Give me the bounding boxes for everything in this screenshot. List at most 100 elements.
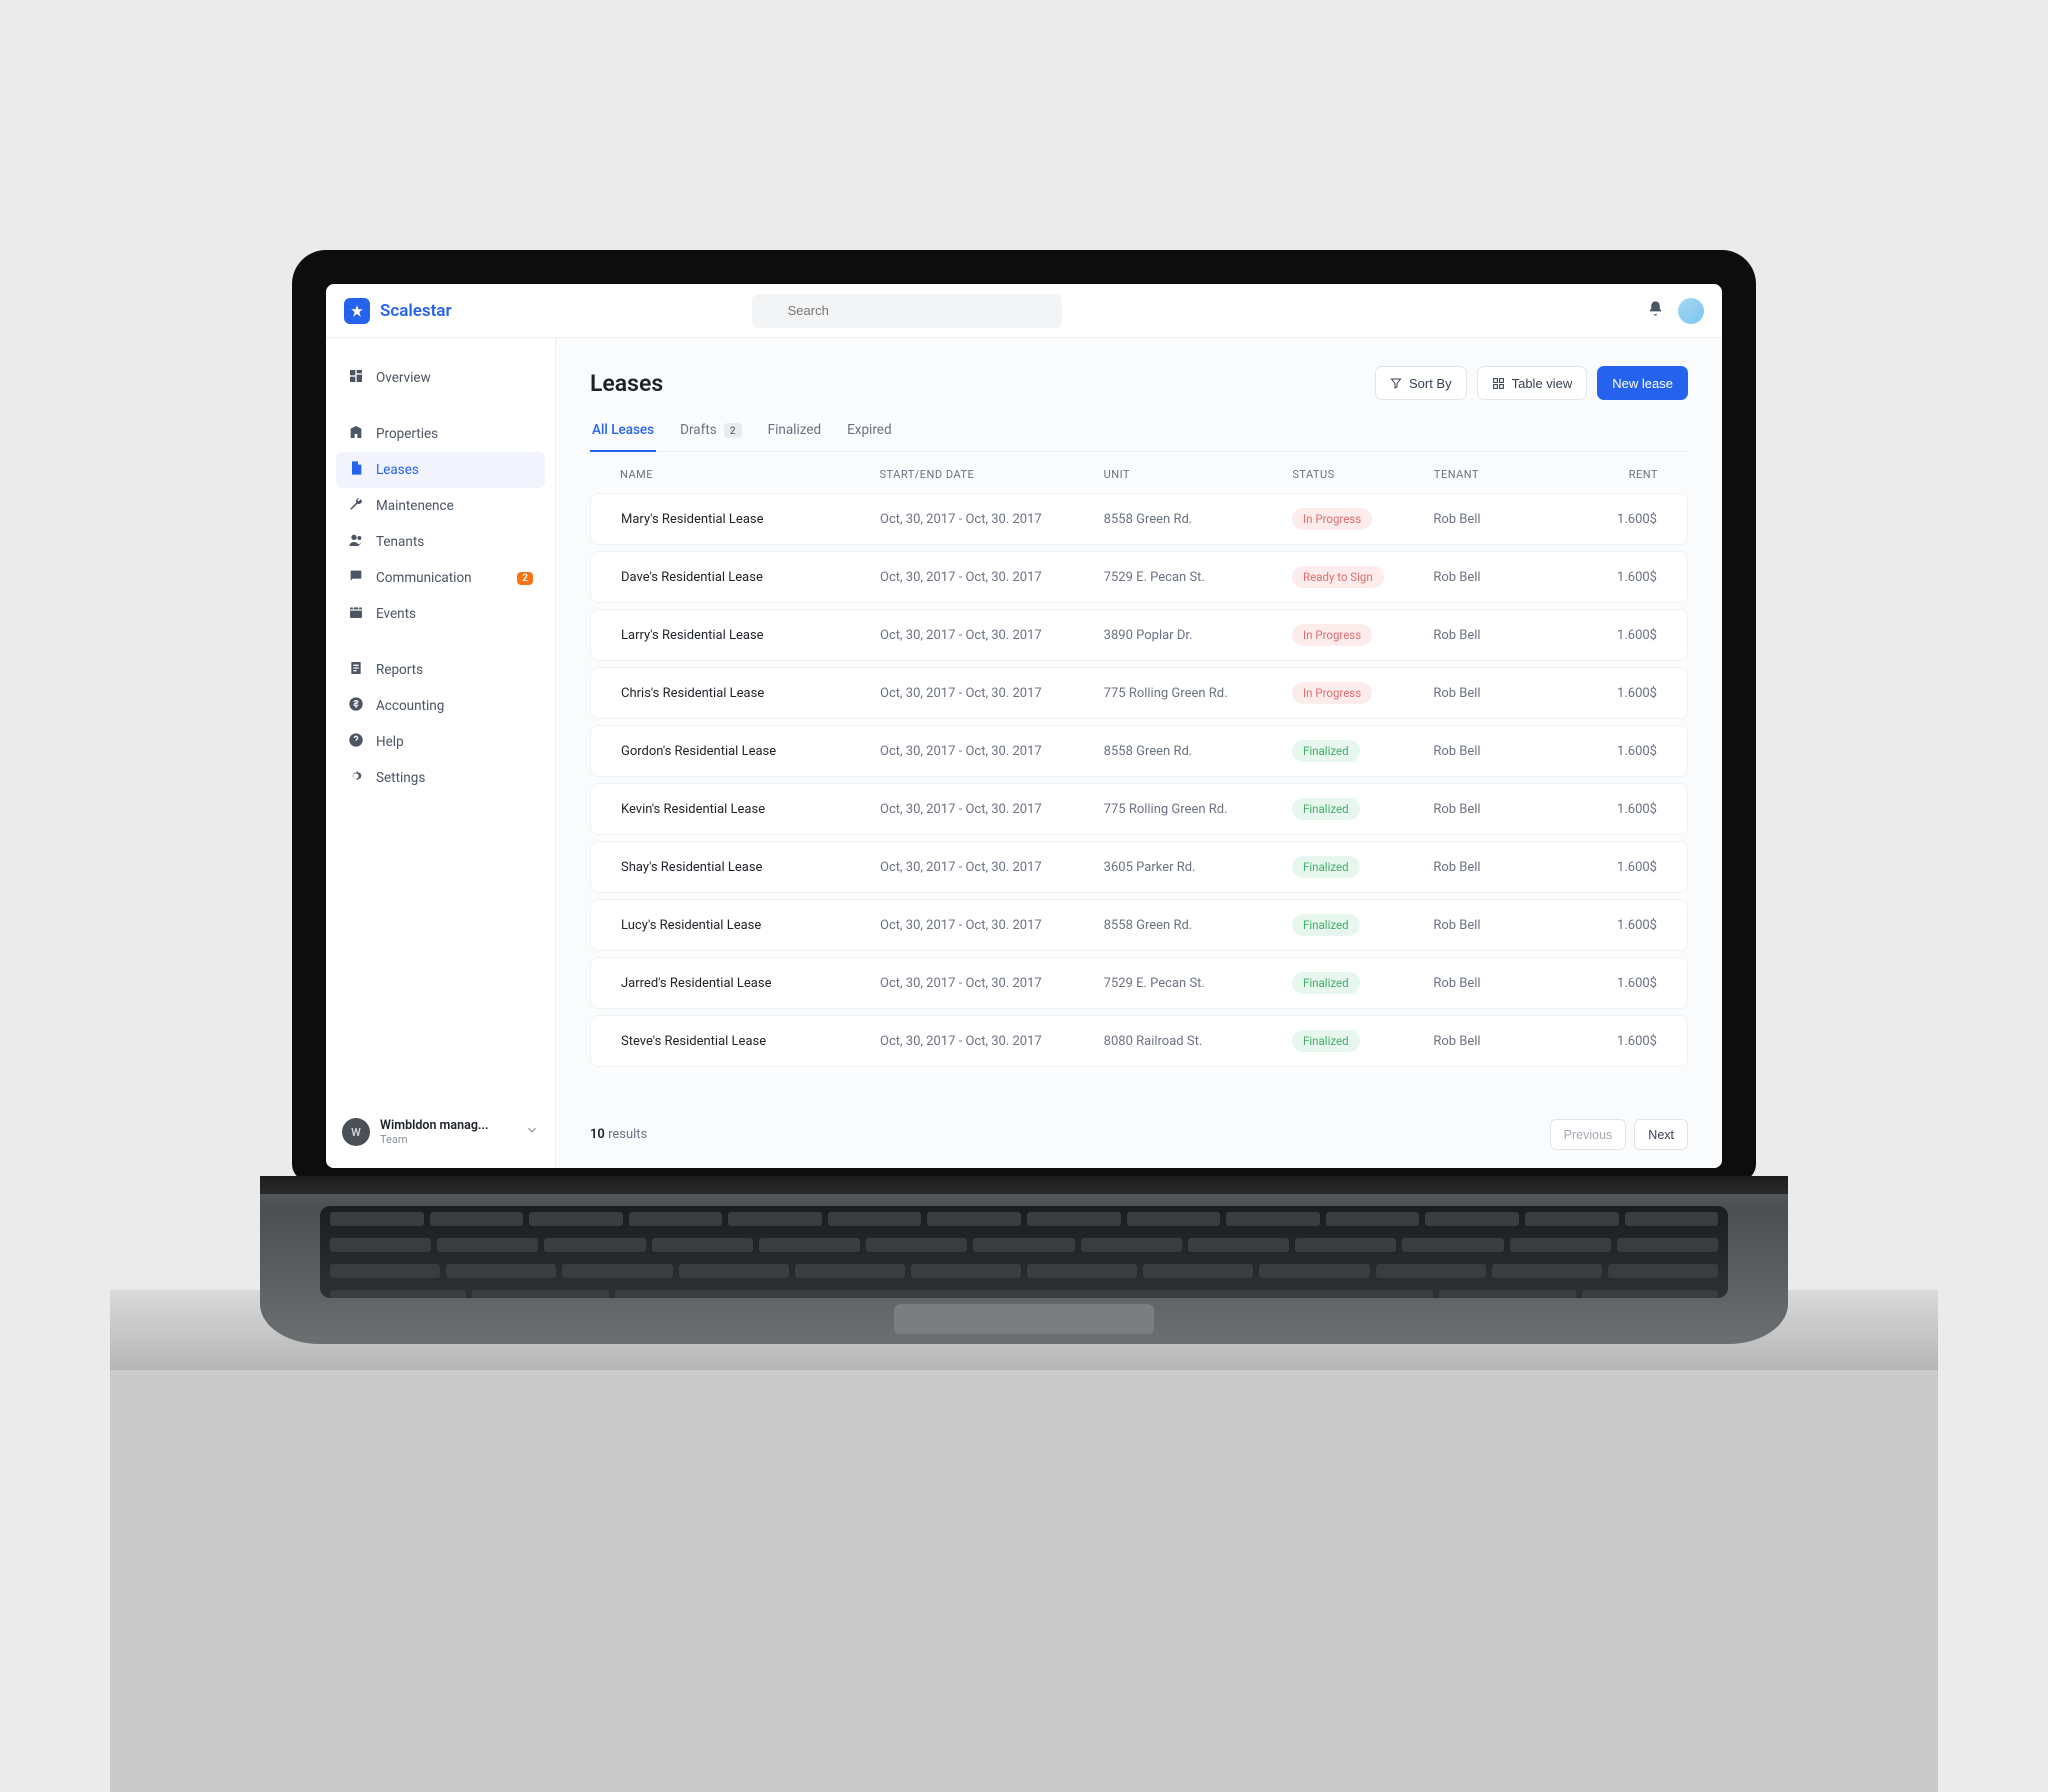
cell-status: Ready to Sign: [1292, 566, 1433, 588]
status-badge: Ready to Sign: [1292, 566, 1384, 588]
topbar: Scalestar: [326, 284, 1722, 338]
table-view-label: Table view: [1512, 376, 1573, 391]
prev-button[interactable]: Previous: [1550, 1119, 1627, 1150]
cell-name: Dave's Residential Lease: [621, 570, 880, 585]
status-badge: Finalized: [1292, 798, 1360, 820]
tab-all-leases[interactable]: All Leases: [590, 412, 656, 452]
sidebar-item-label: Reports: [376, 662, 423, 678]
main: Leases Sort By Table view New lease: [556, 338, 1722, 1168]
pedestal-front: [110, 1370, 1938, 1792]
sidebar-item-label: Events: [376, 606, 416, 622]
cell-status: Finalized: [1292, 740, 1433, 762]
table-row[interactable]: Kevin's Residential LeaseOct, 30, 2017 -…: [590, 783, 1688, 835]
sidebar-item-leases[interactable]: Leases: [336, 452, 545, 488]
sidebar-item-tenants[interactable]: Tenants: [336, 524, 545, 560]
cell-unit: 3605 Parker Rd.: [1104, 860, 1292, 875]
sort-by-label: Sort By: [1409, 376, 1452, 391]
sort-by-button[interactable]: Sort By: [1375, 366, 1467, 400]
sidebar-item-maintenence[interactable]: Maintenence: [336, 488, 545, 524]
sidebar-item-label: Accounting: [376, 698, 444, 714]
table-row[interactable]: Mary's Residential LeaseOct, 30, 2017 - …: [590, 493, 1688, 545]
sidebar-item-label: Leases: [376, 462, 419, 478]
chat-icon: [348, 568, 364, 588]
users-icon: [348, 532, 364, 552]
new-lease-button[interactable]: New lease: [1597, 366, 1688, 400]
cell-rent: 1.600$: [1551, 744, 1657, 759]
team-switcher[interactable]: W Wimbldon manag... Team: [336, 1110, 545, 1154]
cell-rent: 1.600$: [1551, 686, 1657, 701]
user-avatar[interactable]: [1678, 298, 1704, 324]
wrench-icon: [348, 496, 364, 516]
laptop-base: [260, 1176, 1788, 1344]
cell-rent: 1.600$: [1551, 860, 1657, 875]
team-sub: Team: [380, 1133, 515, 1146]
cell-tenant: Rob Bell: [1433, 744, 1551, 759]
tab-drafts[interactable]: Drafts2: [678, 412, 744, 452]
chevron-down-icon: [525, 1123, 539, 1141]
table-view-button[interactable]: Table view: [1477, 366, 1588, 400]
sidebar-item-accounting[interactable]: Accounting: [336, 688, 545, 724]
notifications-icon[interactable]: [1647, 300, 1664, 321]
tab-label: All Leases: [592, 422, 654, 438]
cell-tenant: Rob Bell: [1433, 1034, 1551, 1049]
status-badge: Finalized: [1292, 914, 1360, 936]
sidebar-item-properties[interactable]: Properties: [336, 416, 545, 452]
grid-icon: [1492, 377, 1505, 390]
tabs: All Leases Drafts2 Finalized Expired: [590, 412, 1688, 452]
new-lease-label: New lease: [1612, 376, 1673, 391]
sidebar-item-settings[interactable]: Settings: [336, 760, 545, 796]
page-title: Leases: [590, 370, 663, 397]
cell-date: Oct, 30, 2017 - Oct, 30. 2017: [880, 802, 1104, 817]
cell-tenant: Rob Bell: [1433, 976, 1551, 991]
tab-label: Drafts: [680, 422, 717, 438]
cell-unit: 775 Rolling Green Rd.: [1104, 802, 1292, 817]
sidebar-item-events[interactable]: Events: [336, 596, 545, 632]
cell-unit: 8558 Green Rd.: [1104, 744, 1292, 759]
sidebar-item-help[interactable]: Help: [336, 724, 545, 760]
cell-date: Oct, 30, 2017 - Oct, 30. 2017: [880, 686, 1104, 701]
table-row[interactable]: Steve's Residential LeaseOct, 30, 2017 -…: [590, 1015, 1688, 1067]
table-row[interactable]: Larry's Residential LeaseOct, 30, 2017 -…: [590, 609, 1688, 661]
col-unit: UNIT: [1104, 468, 1293, 481]
search-wrap: [752, 294, 1062, 328]
cell-date: Oct, 30, 2017 - Oct, 30. 2017: [880, 918, 1104, 933]
sidebar-item-label: Settings: [376, 770, 425, 786]
cell-unit: 8080 Railroad St.: [1104, 1034, 1292, 1049]
calendar-icon: [348, 604, 364, 624]
cell-rent: 1.600$: [1551, 802, 1657, 817]
cell-date: Oct, 30, 2017 - Oct, 30. 2017: [880, 1034, 1104, 1049]
cell-name: Shay's Residential Lease: [621, 860, 880, 875]
table-row[interactable]: Chris's Residential LeaseOct, 30, 2017 -…: [590, 667, 1688, 719]
search-input[interactable]: [752, 294, 1062, 328]
col-tenant: TENANT: [1434, 468, 1552, 481]
cell-unit: 7529 E. Pecan St.: [1104, 976, 1292, 991]
sidebar-item-reports[interactable]: Reports: [336, 652, 545, 688]
table-row[interactable]: Lucy's Residential LeaseOct, 30, 2017 - …: [590, 899, 1688, 951]
cell-date: Oct, 30, 2017 - Oct, 30. 2017: [880, 628, 1104, 643]
table-row[interactable]: Dave's Residential LeaseOct, 30, 2017 - …: [590, 551, 1688, 603]
cell-date: Oct, 30, 2017 - Oct, 30. 2017: [880, 744, 1104, 759]
tab-label: Expired: [847, 422, 891, 438]
col-status: STATUS: [1292, 468, 1434, 481]
table-row[interactable]: Gordon's Residential LeaseOct, 30, 2017 …: [590, 725, 1688, 777]
sidebar-item-overview[interactable]: Overview: [336, 360, 545, 396]
cell-name: Mary's Residential Lease: [621, 512, 880, 527]
cell-tenant: Rob Bell: [1433, 918, 1551, 933]
next-button[interactable]: Next: [1634, 1119, 1688, 1150]
table-row[interactable]: Jarred's Residential LeaseOct, 30, 2017 …: [590, 957, 1688, 1009]
tab-finalized[interactable]: Finalized: [766, 412, 823, 452]
cell-name: Larry's Residential Lease: [621, 628, 880, 643]
sidebar-item-communication[interactable]: Communication2: [336, 560, 545, 596]
col-name: NAME: [620, 468, 880, 481]
table: NAME START/END DATE UNIT STATUS TENANT R…: [590, 452, 1688, 1105]
cell-name: Kevin's Residential Lease: [621, 802, 880, 817]
sidebar-badge: 2: [517, 572, 533, 585]
cell-status: Finalized: [1292, 972, 1433, 994]
cell-rent: 1.600$: [1551, 1034, 1657, 1049]
status-badge: In Progress: [1292, 624, 1372, 646]
brand[interactable]: Scalestar: [344, 298, 452, 324]
cell-status: In Progress: [1292, 508, 1433, 530]
table-row[interactable]: Shay's Residential LeaseOct, 30, 2017 - …: [590, 841, 1688, 893]
tab-expired[interactable]: Expired: [845, 412, 893, 452]
status-badge: In Progress: [1292, 682, 1372, 704]
